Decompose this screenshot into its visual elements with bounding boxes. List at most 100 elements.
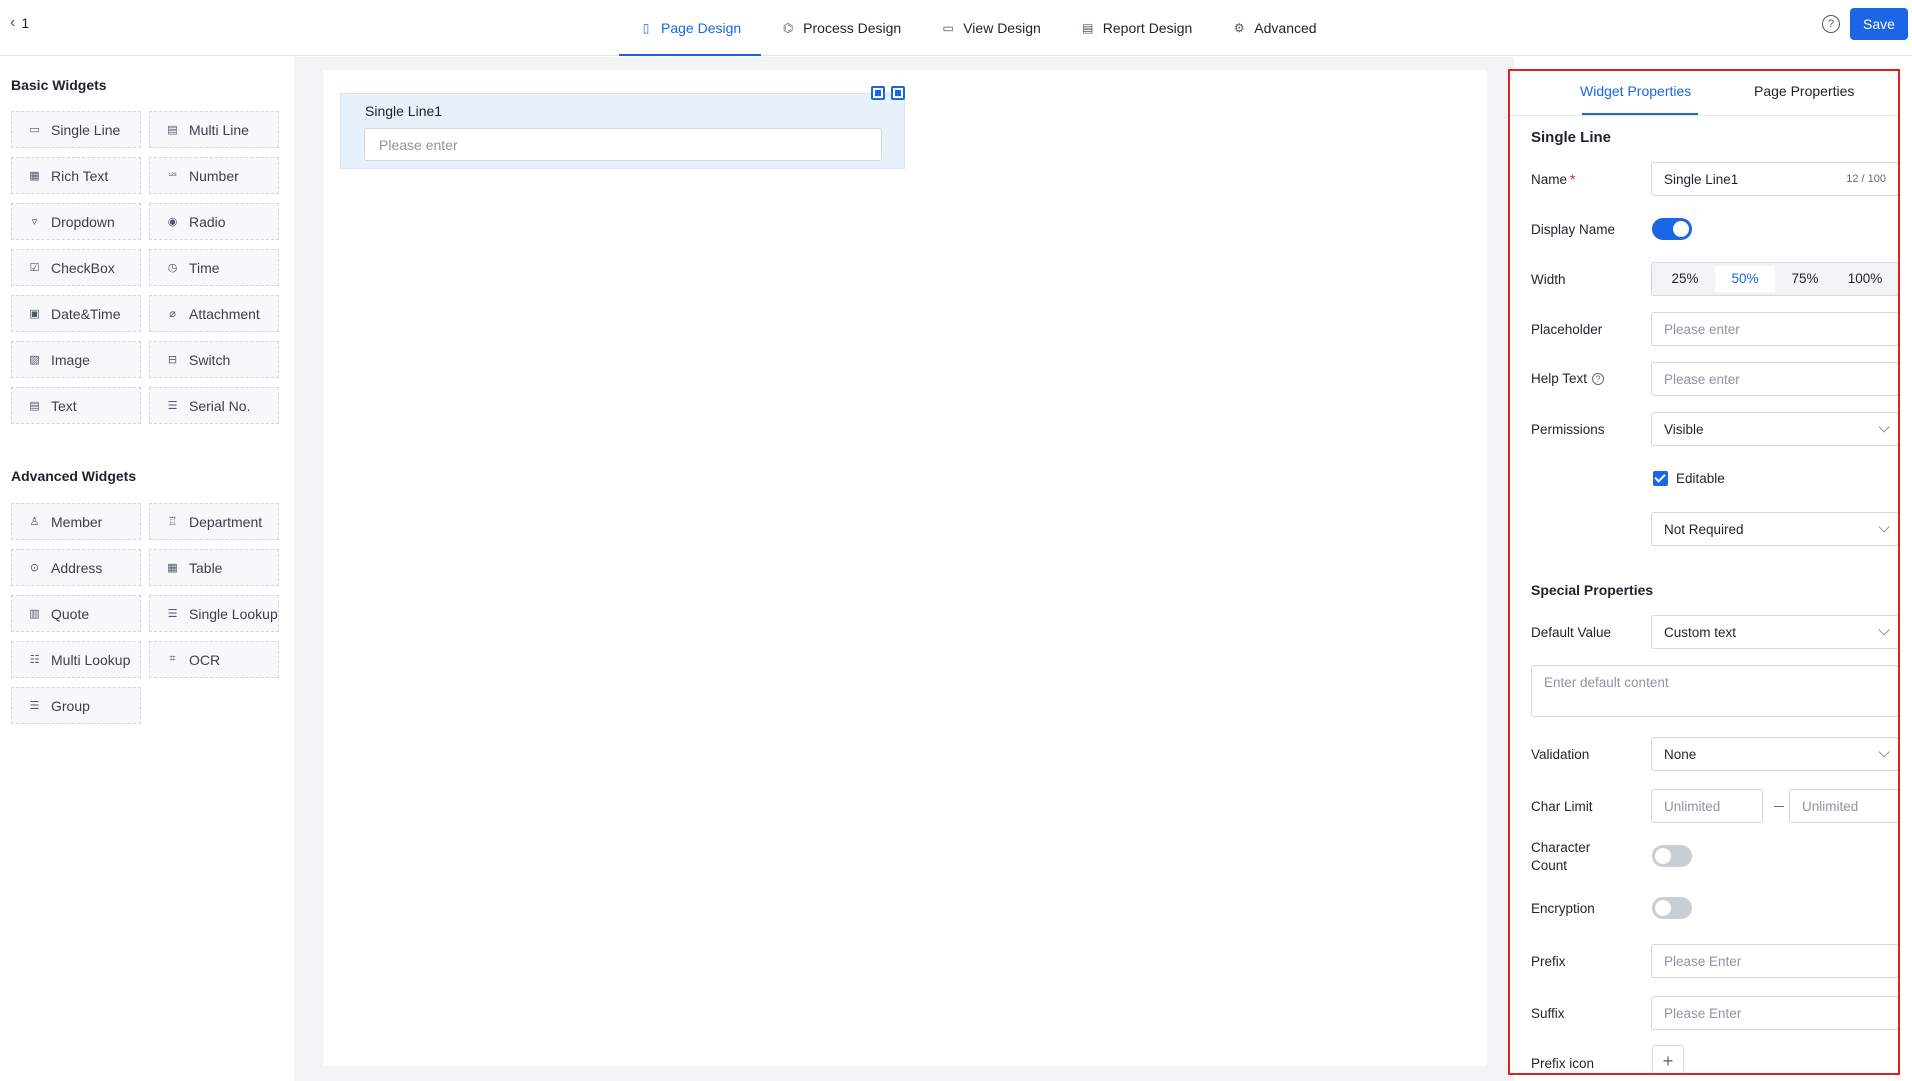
permissions-label: Permissions	[1531, 422, 1605, 437]
widget-label: Image	[51, 351, 90, 368]
range-dash	[1774, 806, 1784, 807]
default-content-textarea[interactable]: Enter default content	[1531, 665, 1898, 717]
list-icon: ☰	[167, 400, 178, 412]
required-select[interactable]: Not Required	[1651, 512, 1898, 546]
help-icon[interactable]: ?	[1822, 15, 1840, 33]
name-value: Single Line1	[1664, 171, 1739, 187]
chevron-down-icon	[1878, 746, 1890, 758]
widget-label: Text	[51, 397, 77, 414]
form-canvas[interactable]	[323, 70, 1487, 1066]
radio-icon: ◉	[167, 216, 178, 228]
suffix-input[interactable]: Please Enter	[1651, 996, 1898, 1030]
process-icon: ⌬	[782, 21, 794, 35]
widget-radio[interactable]: ◉ Radio	[149, 203, 279, 240]
tab-widget-properties[interactable]: Widget Properties	[1580, 83, 1691, 99]
permissions-select[interactable]: Visible	[1651, 412, 1898, 446]
back-button[interactable]: ‹ 1	[10, 14, 29, 32]
widget-date-time[interactable]: ▣ Date&Time	[11, 295, 141, 332]
encryption-toggle[interactable]	[1652, 897, 1692, 919]
widget-label: Switch	[189, 351, 231, 368]
name-label: Name *	[1531, 172, 1575, 187]
default-value-type: Custom text	[1664, 624, 1737, 640]
widget-palette: Basic Widgets ▭ Single Line ▤ Multi Line ▦…	[0, 57, 296, 1081]
widget-label: Multi Line	[189, 121, 249, 138]
delete-icon[interactable]	[891, 86, 905, 100]
view-icon: ▭	[942, 21, 954, 35]
placeholder-input[interactable]: Please enter	[1651, 312, 1898, 346]
validation-select[interactable]: None	[1651, 737, 1898, 771]
required-value: Not Required	[1664, 521, 1744, 537]
tab-process-design[interactable]: ⌬ Process Design	[761, 0, 921, 56]
gear-icon: ⚙	[1233, 21, 1245, 35]
active-tab-indicator	[1582, 113, 1698, 115]
add-prefix-icon-button[interactable]: +	[1652, 1045, 1684, 1073]
widget-number[interactable]: ¹²³ Number	[149, 157, 279, 194]
widget-quote[interactable]: ▥ Quote	[11, 595, 141, 632]
toggle-knob	[1655, 900, 1671, 916]
widget-multi-lookup[interactable]: ☷ Multi Lookup	[11, 641, 141, 678]
default-value-select[interactable]: Custom text	[1651, 615, 1898, 649]
widget-time[interactable]: ◷ Time	[149, 249, 279, 286]
properties-panel: Widget Properties Page Properties Single…	[1508, 69, 1900, 1075]
tab-view-design[interactable]: ▭ View Design	[921, 0, 1061, 56]
tab-page-design[interactable]: ▯ Page Design	[619, 0, 762, 56]
chevron-down-icon	[1878, 421, 1890, 433]
width-25[interactable]: 25%	[1655, 266, 1715, 292]
question-icon[interactable]: ?	[1592, 373, 1605, 386]
copy-icon[interactable]	[871, 86, 885, 100]
widget-rich-text[interactable]: ▦ Rich Text	[11, 157, 141, 194]
widget-address[interactable]: ⊙ Address	[11, 549, 141, 586]
widget-group[interactable]: ☰ Group	[11, 687, 141, 724]
help-text-input[interactable]: Please enter	[1651, 362, 1898, 396]
validation-value: None	[1664, 746, 1697, 762]
widget-label: CheckBox	[51, 259, 115, 276]
width-50[interactable]: 50%	[1715, 266, 1775, 292]
required-asterisk: *	[1570, 172, 1576, 187]
character-count-label: Character Count	[1531, 840, 1591, 873]
char-limit-max-input[interactable]: Unlimited	[1789, 789, 1898, 823]
widget-label: Number	[189, 167, 239, 184]
widget-department[interactable]: ♖ Department	[149, 503, 279, 540]
name-input[interactable]: Single Line1 12 / 100	[1651, 162, 1898, 196]
widget-single-lookup[interactable]: ☰ Single Lookup	[149, 595, 279, 632]
chevron-left-icon: ‹	[10, 14, 16, 31]
widget-label: Attachment	[189, 305, 260, 322]
widget-switch[interactable]: ⊟ Switch	[149, 341, 279, 378]
widget-member[interactable]: ♙ Member	[11, 503, 141, 540]
widget-attachment[interactable]: ⌀ Attachment	[149, 295, 279, 332]
width-100[interactable]: 100%	[1835, 266, 1895, 292]
editable-checkbox[interactable]	[1653, 471, 1668, 486]
widget-checkbox[interactable]: ☑ CheckBox	[11, 249, 141, 286]
clock-icon: ◷	[167, 262, 178, 274]
placeholder-label: Placeholder	[1531, 322, 1603, 337]
tab-page-properties[interactable]: Page Properties	[1754, 83, 1854, 99]
widget-label: Time	[189, 259, 220, 276]
calendar-icon: ▣	[29, 308, 40, 320]
char-limit-min-input[interactable]: Unlimited	[1651, 789, 1763, 823]
tab-advanced[interactable]: ⚙ Advanced	[1212, 0, 1336, 56]
widget-dropdown[interactable]: ▿ Dropdown	[11, 203, 141, 240]
widget-multi-line[interactable]: ▤ Multi Line	[149, 111, 279, 148]
widget-table[interactable]: ▦ Table	[149, 549, 279, 586]
widget-image[interactable]: ▨ Image	[11, 341, 141, 378]
tab-report-design[interactable]: ▤ Report Design	[1061, 0, 1213, 56]
name-label-text: Name	[1531, 172, 1568, 187]
help-text-label: Help Text?	[1531, 371, 1605, 386]
widget-text[interactable]: ▤ Text	[11, 387, 141, 424]
lookup-icon: ☰	[167, 608, 178, 620]
tab-label: Page Design	[661, 20, 742, 36]
widget-label: Serial No.	[189, 397, 251, 414]
switch-icon: ⊟	[167, 354, 178, 366]
widget-single-line[interactable]: ▭ Single Line	[11, 111, 141, 148]
widget-label: Table	[189, 559, 223, 576]
prefix-input[interactable]: Please Enter	[1651, 944, 1898, 978]
character-count-toggle[interactable]	[1652, 845, 1692, 867]
display-name-toggle[interactable]	[1652, 218, 1692, 240]
permissions-value: Visible	[1664, 421, 1704, 437]
save-button[interactable]: Save	[1850, 8, 1908, 40]
widget-ocr[interactable]: ⌗ OCR	[149, 641, 279, 678]
single-line-icon: ▭	[29, 124, 40, 136]
tab-label: Report Design	[1102, 20, 1193, 36]
widget-serial-no[interactable]: ☰ Serial No.	[149, 387, 279, 424]
width-75[interactable]: 75%	[1775, 266, 1835, 292]
